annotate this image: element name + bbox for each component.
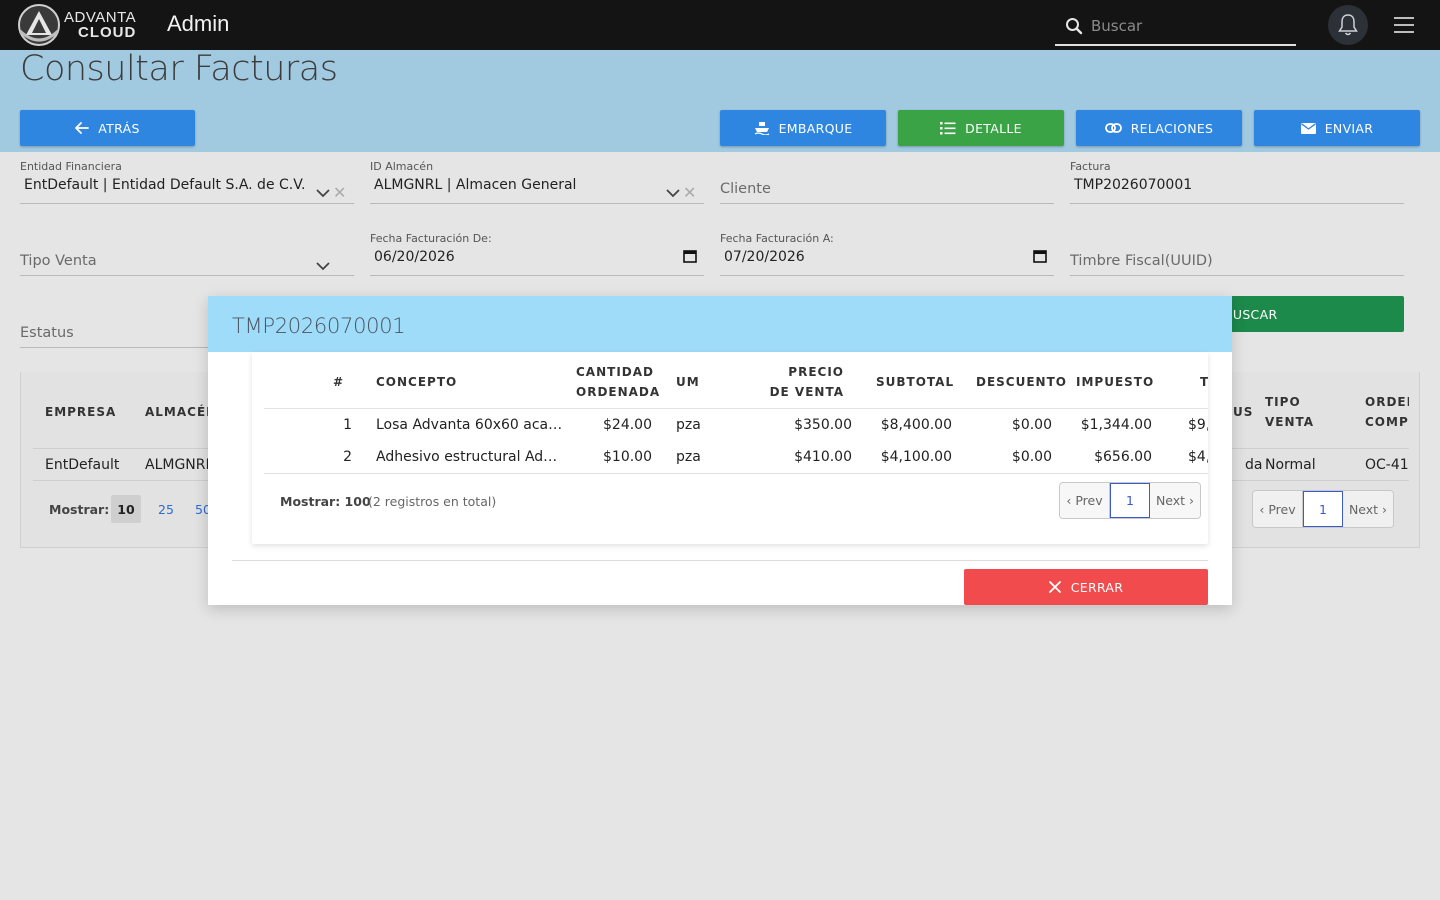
row-1-concepto: Losa Advanta 60x60 aca… (376, 417, 563, 433)
row-2-cantidad: $10.00 (603, 449, 652, 465)
row-2-impuesto: $656.00 (1094, 449, 1152, 465)
row-2-subtotal: $4,100.00 (880, 449, 952, 465)
col-num[interactable]: # (324, 372, 344, 392)
modal-pagination: ‹ Prev 1 Next › (1059, 482, 1201, 519)
row-1-num: 1 (343, 417, 352, 433)
col-precio-line1: PRECIO (788, 365, 844, 379)
row-1-precio: $350.00 (794, 417, 852, 433)
modal-pagination-page-1[interactable]: 1 (1110, 483, 1150, 518)
col-cantidad-line1: CANTIDAD (576, 365, 654, 379)
detail-modal: TMP2026070001 # CONCEPTO CANTIDAD ORDENA… (208, 296, 1232, 605)
row-2-descuento: $0.00 (1011, 449, 1052, 465)
row-2-num: 2 (343, 449, 352, 465)
col-concepto[interactable]: CONCEPTO (376, 372, 457, 392)
col-impuesto[interactable]: IMPUESTO (1076, 372, 1154, 392)
detail-table-card: # CONCEPTO CANTIDAD ORDENADA UM PRECIO D… (252, 352, 1208, 544)
row-2-concepto: Adhesivo estructural Ad… (376, 449, 558, 465)
row-1-cantidad: $24.00 (603, 417, 652, 433)
row-2-precio: $410.00 (794, 449, 852, 465)
row-1-impuesto: $1,344.00 (1080, 417, 1152, 433)
row-1-subtotal: $8,400.00 (880, 417, 952, 433)
row-2-um: pza (676, 449, 701, 465)
col-precio-venta[interactable]: PRECIO DE VENTA (744, 362, 844, 402)
close-button[interactable]: CERRAR (964, 569, 1208, 605)
modal-total-records: (2 registros en total) (368, 494, 497, 509)
modal-pagination-next[interactable]: Next › (1150, 483, 1200, 518)
row-1-descuento: $0.00 (1011, 417, 1052, 433)
modal-title: TMP2026070001 (232, 314, 406, 338)
col-um[interactable]: UM (676, 372, 700, 392)
col-total[interactable]: TO (1200, 372, 1208, 392)
row-1-um: pza (676, 417, 701, 433)
modal-mostrar-label[interactable]: Mostrar: 100 (280, 494, 371, 509)
col-cantidad-ordenada[interactable]: CANTIDAD ORDENADA (576, 362, 660, 402)
close-icon (1048, 581, 1061, 593)
col-precio-line2: DE VENTA (769, 385, 844, 399)
modal-pagination-prev[interactable]: ‹ Prev (1060, 483, 1110, 518)
row-2-total: $4,7 (1188, 449, 1208, 465)
row-1-total: $9,7 (1188, 417, 1208, 433)
col-descuento[interactable]: DESCUENTO (976, 372, 1067, 392)
modal-header: TMP2026070001 (208, 296, 1232, 352)
col-subtotal[interactable]: SUBTOTAL (876, 372, 954, 392)
col-cantidad-line2: ORDENADA (576, 385, 661, 399)
close-button-label: CERRAR (1070, 579, 1124, 595)
